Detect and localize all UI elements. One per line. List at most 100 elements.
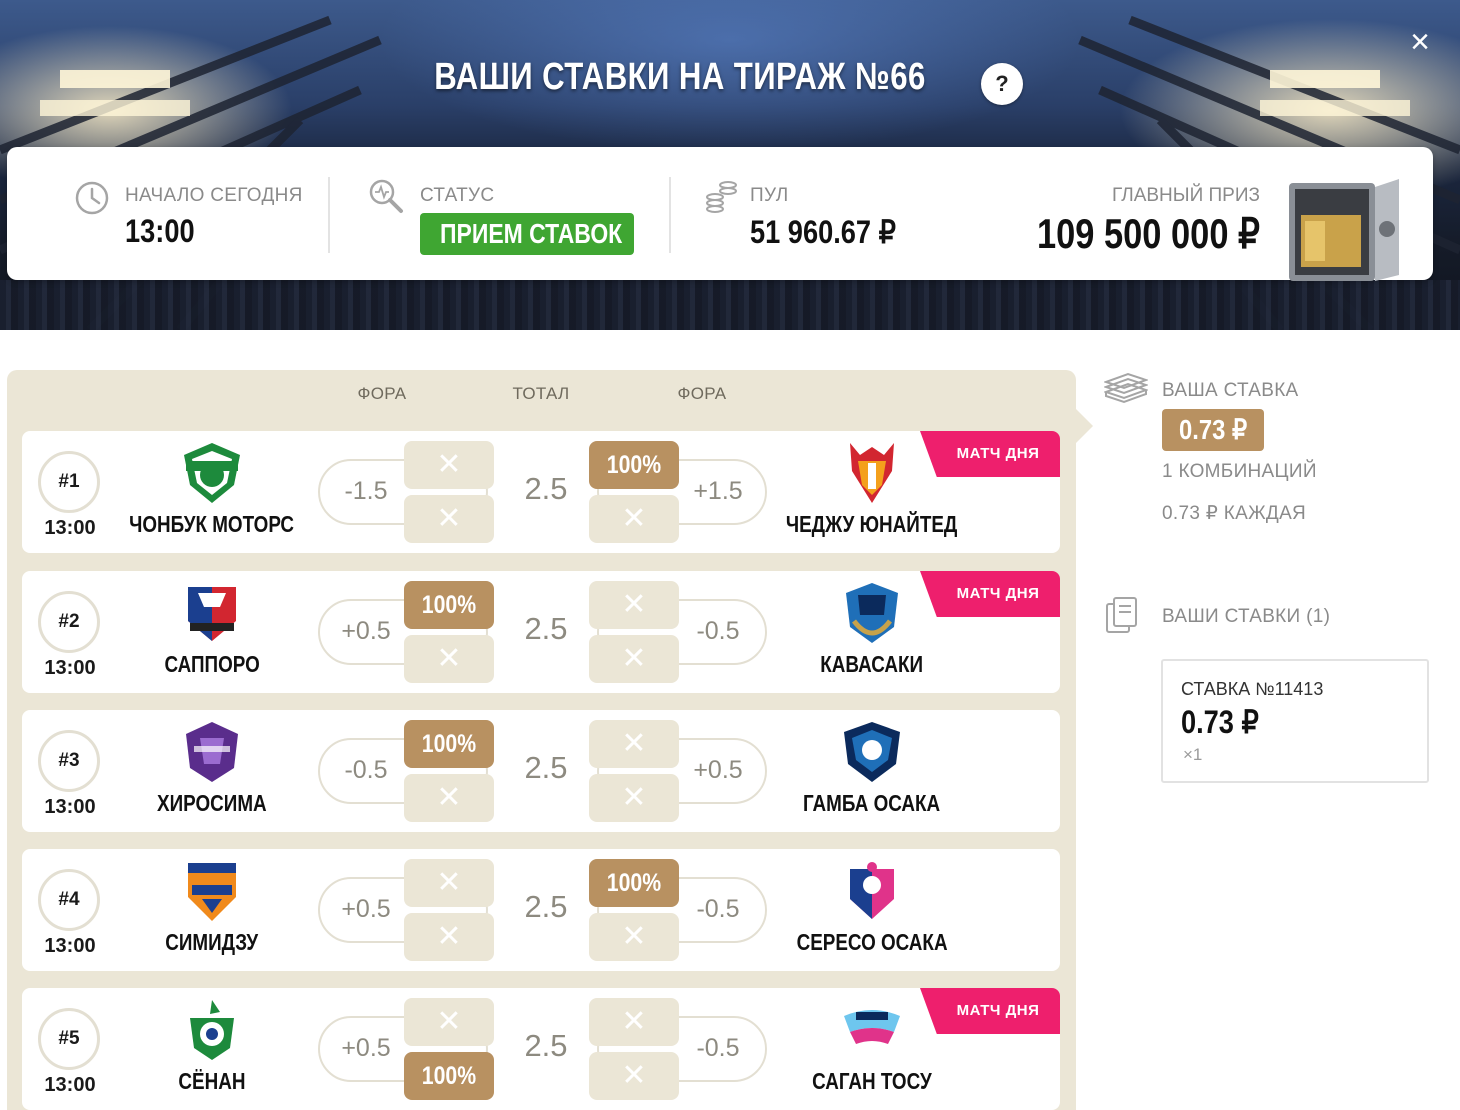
fora-home-value: +0.5 [341,617,391,645]
stadium-crowd [0,280,1460,330]
bet-under-button[interactable]: ✕ [589,998,679,1046]
bet-card[interactable]: СТАВКА №11413 0.73 ₽ ×1 [1161,659,1429,783]
your-stake-label: ВАША СТАВКА [1162,380,1299,401]
away-team-logo-icon [840,720,904,784]
bet-card-amount: 0.73 ₽ [1181,704,1259,740]
away-team-logo-icon [840,998,904,1062]
total-value: 2.5 [524,611,568,646]
bet-home-fora-button[interactable]: 100% [404,1052,494,1100]
total-value: 2.5 [524,889,568,924]
cross-icon: ✕ [621,502,647,535]
home-team-logo-icon [180,720,244,784]
clock-icon [75,181,109,215]
total-value: 2.5 [524,471,568,506]
divider [328,177,330,253]
your-bets-label[interactable]: ВАШИ СТАВКИ (1) [1162,606,1330,628]
match-row: #3 13:00 ХИРОСИМА -0.5 +0.5 2.5 100% ✕ ✕ ✕ ГАМБА О… [22,710,1060,832]
bet-home-fora-button[interactable]: ✕ [404,774,494,822]
cross-icon: ✕ [436,781,462,814]
home-team-name: СЁНАН [178,1068,246,1094]
prize-label: ГЛАВНЫЙ ПРИЗ [1112,185,1260,206]
bet-over-button[interactable]: ✕ [404,998,494,1046]
cross-icon: ✕ [621,1059,647,1092]
bet-away-fora-button[interactable]: ✕ [589,913,679,961]
away-team-logo-icon [840,859,904,923]
start-time: 13:00 [125,213,195,249]
column-header-fora: ФОРА [357,384,407,403]
fora-home-value: +0.5 [341,1034,391,1062]
fora-away-value: -0.5 [696,1034,740,1062]
money-stack-icon [1104,372,1148,404]
bet-away-fora-button[interactable]: ✕ [589,635,679,683]
away-team-logo-icon [840,441,904,505]
match-number: #2 [38,591,100,653]
bet-over-button[interactable]: 100% [404,581,494,629]
fora-home-value: +0.5 [341,895,391,923]
match-of-day-badge: МАТЧ ДНЯ [920,431,1060,477]
match-number: #5 [38,1008,100,1070]
pool-label: ПУЛ [750,185,789,206]
away-team-name: ГАМБА ОСАКА [803,790,941,816]
column-header-fora: ФОРА [677,384,727,403]
cross-icon: ✕ [436,502,462,535]
match-of-day-badge: МАТЧ ДНЯ [920,988,1060,1034]
cross-icon: ✕ [436,642,462,675]
cross-icon: ✕ [621,781,647,814]
bet-home-fora-button[interactable]: ✕ [404,913,494,961]
bet-home-fora-button[interactable]: ✕ [404,635,494,683]
home-team-logo-icon [180,581,244,645]
panel-pointer [1075,408,1093,444]
fora-home-value: -1.5 [344,477,388,505]
bet-away-fora-button[interactable]: ✕ [589,1052,679,1100]
bet-away-fora-button[interactable]: ✕ [589,774,679,822]
home-team-name: САППОРО [164,651,260,677]
away-team-name: СЕРЕСО ОСАКА [796,929,948,955]
bet-under-button[interactable]: ✕ [589,720,679,768]
total-value: 2.5 [524,750,568,785]
close-button[interactable]: × [1404,25,1436,59]
stake-amount: 0.73 ₽ [1162,409,1264,451]
cross-icon: ✕ [621,1005,647,1038]
bet-card-multiplier: ×1 [1183,745,1203,764]
cross-icon: ✕ [621,920,647,953]
combinations-count: 1 КОМБИНАЦИЙ [1162,461,1317,482]
home-team-logo-icon [180,859,244,923]
away-team-name: КАВАСАКИ [820,651,924,677]
home-team-name: СИМИДЗУ [165,929,259,955]
bet-over-button[interactable]: 100% [404,720,494,768]
cross-icon: ✕ [621,727,647,760]
fora-away-value: -0.5 [696,895,740,923]
coins-icon [706,181,737,213]
bet-home-fora-button[interactable]: ✕ [404,495,494,543]
match-row: #2 13:00 САППОРО +0.5 -0.5 2.5 100% ✕ ✕ ✕ КАВАСАКИ… [22,571,1060,693]
divider [669,177,671,253]
status-badge: ПРИЕМ СТАВОК [420,213,634,255]
match-number: #1 [38,451,100,513]
bet-under-button[interactable]: 100% [589,441,679,489]
bet-under-button[interactable]: 100% [589,859,679,907]
match-number: #3 [38,730,100,792]
bet-over-button[interactable]: ✕ [404,859,494,907]
match-of-day-badge: МАТЧ ДНЯ [920,571,1060,617]
bet-under-button[interactable]: ✕ [589,581,679,629]
magnifier-icon [369,179,403,213]
tickets-icon [1106,597,1137,633]
help-button[interactable]: ? [981,63,1023,105]
cross-icon: ✕ [621,588,647,621]
per-combination-amount: 0.73 ₽ КАЖДАЯ [1162,503,1307,524]
fora-away-value: +1.5 [693,477,743,505]
cross-icon: ✕ [436,448,462,481]
home-team-name: ХИРОСИМА [157,790,267,816]
bet-over-button[interactable]: ✕ [404,441,494,489]
total-value: 2.5 [524,1028,568,1063]
draw-info-bar: НАЧАЛО СЕГОДНЯ 13:00 СТАТУС ПРИЕМ СТАВОК… [7,147,1433,281]
match-number: #4 [38,869,100,931]
away-team-logo-icon [840,581,904,645]
cross-icon: ✕ [436,1005,462,1038]
column-header-total: ТОТАЛ [512,384,570,403]
cross-icon: ✕ [621,642,647,675]
match-row: #4 13:00 СИМИДЗУ +0.5 -0.5 2.5 ✕ ✕ 100% ✕ СЕРЕСО О… [22,849,1060,971]
status-label: СТАТУС [420,185,495,206]
bet-away-fora-button[interactable]: ✕ [589,495,679,543]
away-team-name: ЧЕДЖУ ЮНАЙТЕД [786,511,958,537]
